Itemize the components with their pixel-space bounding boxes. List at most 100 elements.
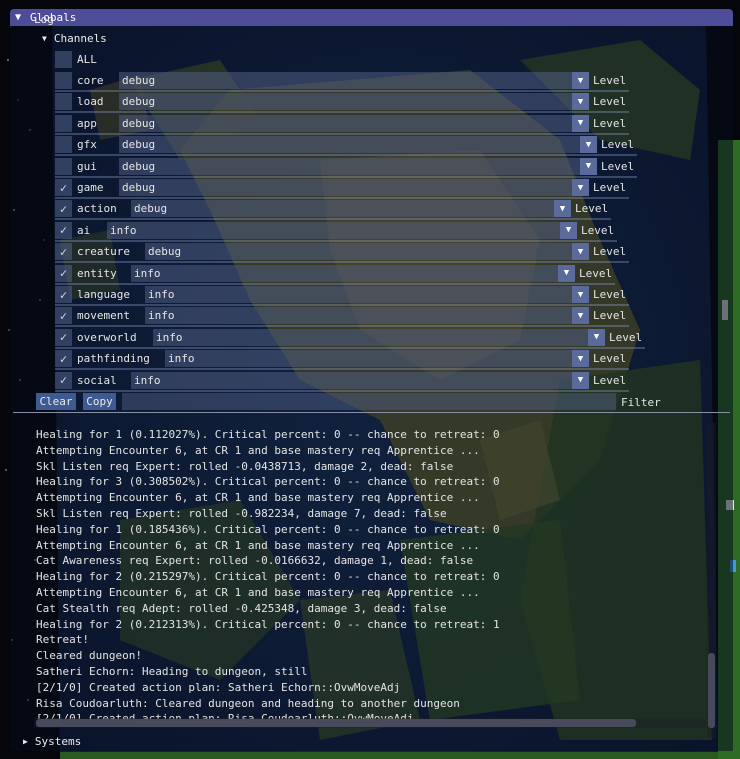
level-combo[interactable]: debug ▼: [131, 200, 571, 218]
level-combo[interactable]: debug ▼: [119, 157, 597, 175]
filter-label: Filter: [621, 396, 661, 409]
channel-name: pathfinding: [77, 352, 150, 366]
channel-checkbox[interactable]: ✓: [55, 350, 72, 368]
channel-checkbox[interactable]: ✓: [55, 221, 72, 239]
log-horizontal-scrollbar[interactable]: [34, 718, 706, 728]
log-line: Healing for 2 (0.215297%). Critical perc…: [36, 570, 500, 584]
level-value: debug: [122, 74, 156, 87]
vertical-scroll-thumb[interactable]: [708, 653, 715, 728]
level-label: Level: [601, 159, 635, 173]
channel-row: gfx debug ▼ Level: [55, 135, 715, 157]
level-combo[interactable]: debug ▼: [119, 179, 589, 196]
dropdown-arrow-icon[interactable]: ▼: [580, 157, 597, 175]
dropdown-arrow-icon[interactable]: ▼: [572, 72, 589, 89]
channel-checkbox[interactable]: ✓: [55, 286, 72, 303]
checkmark-icon: ✓: [59, 266, 68, 281]
level-combo[interactable]: info ▼: [131, 371, 589, 389]
collapse-arrow-icon[interactable]: ▼: [15, 12, 25, 23]
level-combo[interactable]: info ▼: [131, 264, 575, 282]
log-line: Retreat!: [36, 633, 89, 647]
channel-checkbox[interactable]: ✓: [55, 264, 72, 282]
channel-row: ✓ game debug ▼ Level: [55, 178, 715, 199]
channel-checkbox[interactable]: ✓: [55, 179, 72, 196]
globals-window: ▼ Globals Log ▼ Channels ALL core debug ▼ L…: [10, 9, 733, 751]
level-label: Level: [601, 138, 635, 152]
dropdown-arrow-icon[interactable]: ▼: [572, 243, 589, 261]
log-line: Attempting Encounter 6, at CR 1 and base…: [36, 538, 480, 552]
channel-checkbox[interactable]: [55, 157, 72, 175]
dropdown-arrow-icon[interactable]: ▼: [558, 264, 575, 282]
level-value: info: [134, 266, 161, 280]
channel-row: ✓ language info ▼ Level: [55, 285, 715, 306]
level-combo[interactable]: debug ▼: [119, 136, 597, 154]
level-combo[interactable]: info ▼: [107, 221, 577, 239]
checkmark-icon: ✓: [59, 373, 68, 388]
level-label: Level: [593, 288, 627, 301]
channel-checkbox[interactable]: ✓: [55, 200, 72, 218]
channel-checkbox[interactable]: ✓: [55, 328, 72, 346]
checkmark-icon: ✓: [59, 180, 68, 195]
level-combo[interactable]: debug ▼: [119, 93, 589, 111]
window-titlebar[interactable]: ▼ Globals: [10, 9, 733, 26]
checkmark-icon: ✓: [59, 287, 68, 302]
all-label: ALL: [77, 53, 97, 66]
channel-checkbox[interactable]: [55, 136, 72, 154]
level-label: Level: [609, 330, 643, 344]
dropdown-arrow-icon[interactable]: ▼: [554, 200, 571, 218]
level-combo[interactable]: debug ▼: [145, 243, 589, 261]
dropdown-arrow-icon[interactable]: ▼: [572, 114, 589, 132]
level-label: Level: [593, 95, 627, 109]
channel-name: app: [77, 116, 97, 130]
dropdown-arrow-icon[interactable]: ▼: [572, 350, 589, 368]
channel-checkbox[interactable]: [55, 93, 72, 111]
channel-checkbox[interactable]: [55, 72, 72, 89]
tree-node-log[interactable]: Log: [34, 17, 54, 27]
log-line: Cat Stealth req Adept: rolled -0.425348,…: [36, 601, 447, 615]
channel-checkbox[interactable]: [55, 114, 72, 132]
log-output-panel[interactable]: Healing for 1 (0.112027%). Critical perc…: [25, 423, 701, 723]
channel-checkbox[interactable]: ✓: [55, 307, 72, 325]
tree-node-channels[interactable]: ▼ Channels: [42, 32, 107, 45]
clear-button[interactable]: Clear: [36, 393, 76, 410]
filter-input[interactable]: [122, 393, 616, 410]
copy-button[interactable]: Copy: [83, 393, 116, 410]
channel-checkbox[interactable]: ✓: [55, 371, 72, 389]
channel-row: core debug ▼ Level: [55, 71, 715, 92]
dropdown-arrow-icon[interactable]: ▼: [572, 371, 589, 389]
channel-row: app debug ▼ Level: [55, 114, 715, 135]
channel-row: ✓ overworld info ▼ Level: [55, 328, 715, 349]
log-vertical-scrollbar[interactable]: [707, 423, 716, 738]
level-combo[interactable]: debug ▼: [119, 114, 589, 132]
level-combo[interactable]: debug ▼: [119, 72, 589, 89]
level-label: Level: [593, 116, 627, 130]
channel-row: ✓ entity info ▼ Level: [55, 264, 715, 285]
level-value: info: [134, 373, 161, 387]
all-checkbox[interactable]: [55, 51, 72, 68]
dropdown-arrow-icon[interactable]: ▼: [572, 307, 589, 325]
level-label: Level: [581, 223, 615, 237]
level-combo[interactable]: info ▼: [145, 286, 589, 303]
tree-node-systems[interactable]: ▶ Systems: [23, 735, 81, 748]
level-combo[interactable]: info ▼: [145, 307, 589, 325]
dropdown-arrow-icon[interactable]: ▼: [572, 93, 589, 111]
level-combo[interactable]: info ▼: [153, 328, 605, 346]
level-label: Level: [593, 245, 627, 259]
channel-name: load: [77, 95, 104, 109]
dropdown-arrow-icon[interactable]: ▼: [560, 221, 577, 239]
log-line: Skl Listen req Expert: rolled -0.982234,…: [36, 507, 447, 520]
dropdown-arrow-icon[interactable]: ▼: [588, 328, 605, 346]
channel-row: ✓ ai info ▼ Level: [55, 221, 715, 242]
channel-name: creature: [77, 245, 130, 259]
dropdown-arrow-icon[interactable]: ▼: [572, 286, 589, 303]
channel-name: overworld: [77, 330, 137, 344]
level-value: debug: [122, 138, 156, 152]
log-line: Attempting Encounter 6, at CR 1 and base…: [36, 586, 480, 599]
horizontal-scroll-thumb[interactable]: [36, 719, 636, 727]
channel-checkbox[interactable]: ✓: [55, 243, 72, 261]
level-combo[interactable]: info ▼: [165, 350, 589, 368]
channel-row: gui debug ▼ Level: [55, 157, 715, 178]
log-separator: [13, 412, 730, 413]
dropdown-arrow-icon[interactable]: ▼: [572, 179, 589, 196]
dropdown-arrow-icon[interactable]: ▼: [580, 136, 597, 154]
level-value: info: [148, 309, 175, 323]
